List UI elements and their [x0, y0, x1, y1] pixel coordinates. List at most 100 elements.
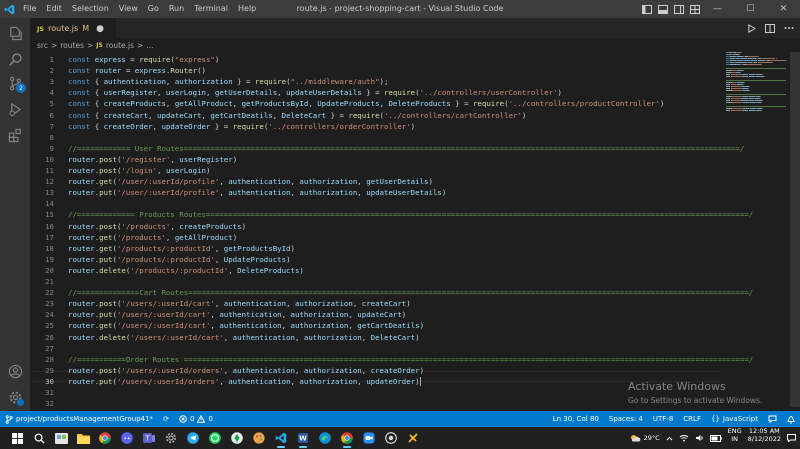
feedback-button[interactable] [763, 411, 782, 427]
code-line[interactable]: 3 const { authentication, authorization }… [30, 76, 720, 87]
code-line[interactable]: 27 [30, 343, 720, 354]
telegram-icon[interactable] [182, 427, 204, 449]
code-line[interactable]: 28 //===========Order Routes ============… [30, 354, 753, 365]
encoding[interactable]: UTF-8 [648, 411, 678, 427]
settings-icon[interactable] [160, 427, 182, 449]
explorer-icon[interactable] [72, 427, 94, 449]
zoom-icon[interactable] [358, 427, 380, 449]
breadcrumb-file[interactable]: route.js [106, 41, 134, 50]
code-editor[interactable]: 1 const express = require("express") 2 cons… [30, 52, 753, 411]
input-language[interactable]: ENG IN [725, 427, 745, 449]
battery-icon[interactable] [707, 427, 725, 449]
windows-start-icon[interactable] [6, 427, 28, 449]
code-line[interactable]: 12 router.get('/user/:userId/profile', au… [30, 176, 720, 187]
tray-overflow-button[interactable] [663, 427, 676, 449]
run-file-icon[interactable] [747, 23, 756, 33]
problems-indicator[interactable]: 0 0 [174, 411, 218, 427]
menu-file[interactable]: File [18, 0, 41, 18]
clock[interactable]: 12:05 AM 8/12/2022 [745, 427, 784, 449]
language-mode[interactable]: {} JavaScript [706, 411, 763, 427]
code-line[interactable]: 4 const { userRegister, userLogin, getUse… [30, 87, 720, 98]
volume-icon[interactable] [692, 427, 707, 449]
word-icon[interactable]: W [292, 427, 314, 449]
menu-selection[interactable]: Selection [67, 0, 114, 18]
code-line[interactable]: 14 [30, 198, 720, 209]
menu-view[interactable]: View [114, 0, 143, 18]
camera-icon[interactable] [380, 427, 402, 449]
weather-widget[interactable]: 29°C [627, 427, 663, 449]
code-line[interactable]: 8 [30, 132, 720, 143]
code-line[interactable]: 22 //==============Cart Routes===========… [30, 287, 753, 298]
minimap[interactable] [726, 52, 786, 132]
menu-help[interactable]: Help [233, 0, 261, 18]
code-line[interactable]: 29 router.post('/users/:userId/orders', a… [30, 365, 720, 376]
breadcrumb-symbol[interactable]: ... [146, 41, 153, 50]
menu-edit[interactable]: Edit [41, 0, 67, 18]
game-icon[interactable] [402, 427, 424, 449]
code-line[interactable]: 25 router.get('/users/:userId/cart', auth… [30, 320, 720, 331]
code-line[interactable]: 7 const { createOrder, updateOrder } = re… [30, 121, 720, 132]
branch-indicator[interactable]: project/productsManagementGroup41* [0, 411, 158, 427]
paint-icon[interactable] [248, 427, 270, 449]
breadcrumb-routes[interactable]: routes [60, 41, 84, 50]
menu-run[interactable]: Run [164, 0, 189, 18]
code-line[interactable]: 20 router.delete('/products/:productId', … [30, 265, 720, 276]
more-actions-icon[interactable] [784, 26, 794, 30]
toggle-sidebar-icon[interactable] [642, 4, 652, 14]
code-line[interactable]: 30 router.put('/users/:userId/orders', au… [30, 376, 720, 387]
code-line[interactable]: 19 router.put('/products/:productId', Upd… [30, 254, 720, 265]
unsaved-dot-icon[interactable]: ● [96, 24, 104, 34]
whatsapp-icon[interactable] [204, 427, 226, 449]
code-line[interactable]: 26 router.delete('/users/:userId/cart', a… [30, 332, 720, 343]
toggle-secondary-sidebar-icon[interactable] [674, 4, 684, 14]
code-line[interactable]: 31 [30, 387, 720, 398]
code-line[interactable]: 17 router.get('/products', getAllProduct) [30, 232, 720, 243]
code-line[interactable]: 1 const express = require("express") [30, 54, 720, 65]
settings-gear-icon[interactable] [0, 384, 30, 410]
code-line[interactable]: 9 //============ User Routes=============… [30, 143, 745, 154]
vscode-icon[interactable] [270, 427, 292, 449]
breadcrumb-src[interactable]: src [37, 41, 48, 50]
source-control-icon[interactable]: 2 [0, 70, 30, 96]
code-line[interactable]: 6 const { createCart, updateCart, getCart… [30, 110, 720, 121]
maximize-button[interactable]: ☐ [734, 0, 767, 18]
discord-icon[interactable] [116, 427, 138, 449]
code-line[interactable]: 21 [30, 276, 720, 287]
search-icon[interactable] [28, 427, 50, 449]
chrome-icon[interactable] [336, 427, 358, 449]
code-line[interactable]: 23 router.post('/users/:userId/cart', aut… [30, 298, 720, 309]
tab-route-js[interactable]: JS route.js M ● [30, 18, 116, 38]
code-line[interactable]: 5 const { createProducts, getAllProduct, … [30, 98, 720, 109]
close-button[interactable]: ✕ [767, 0, 800, 18]
code-line[interactable]: 16 router.post('/products', createProduct… [30, 221, 720, 232]
code-line[interactable]: 13 router.put('/user/:userId/profile', au… [30, 187, 720, 198]
end-of-line[interactable]: CRLF [678, 411, 706, 427]
toggle-panel-icon[interactable] [658, 4, 668, 14]
vertical-scrollbar[interactable] [790, 52, 800, 411]
scrollbar-thumb[interactable] [790, 52, 800, 407]
search-icon[interactable] [0, 46, 30, 72]
code-line[interactable]: 32 [30, 398, 720, 409]
network-icon[interactable] [676, 427, 692, 449]
teams-icon[interactable]: T [138, 427, 160, 449]
code-line[interactable]: 2 const router = express.Router() [30, 65, 720, 76]
code-line[interactable]: 24 router.put('/users/:userId/cart', auth… [30, 309, 720, 320]
code-line[interactable]: 15 //============= Products Routes=======… [30, 209, 753, 220]
code-line[interactable]: 18 router.get('/products/:productId', get… [30, 243, 720, 254]
menu-terminal[interactable]: Terminal [189, 0, 233, 18]
file-manager-icon[interactable] [50, 427, 72, 449]
extensions-icon[interactable] [0, 122, 30, 148]
indentation[interactable]: Spaces: 4 [604, 411, 648, 427]
account-icon[interactable] [0, 358, 30, 384]
customize-layout-icon[interactable] [690, 4, 700, 14]
split-editor-icon[interactable] [765, 23, 775, 33]
notifications-button[interactable] [782, 411, 800, 427]
code-line[interactable]: 10 router.post('/register', userRegister) [30, 154, 720, 165]
run-debug-icon[interactable] [0, 96, 30, 122]
chrome-icon[interactable] [94, 427, 116, 449]
sync-button[interactable]: ⟳ [158, 411, 174, 427]
app-icon[interactable] [226, 427, 248, 449]
explorer-icon[interactable] [0, 20, 30, 46]
cursor-position[interactable]: Ln 30, Col 80 [548, 411, 604, 427]
notification-center-button[interactable] [784, 427, 800, 449]
